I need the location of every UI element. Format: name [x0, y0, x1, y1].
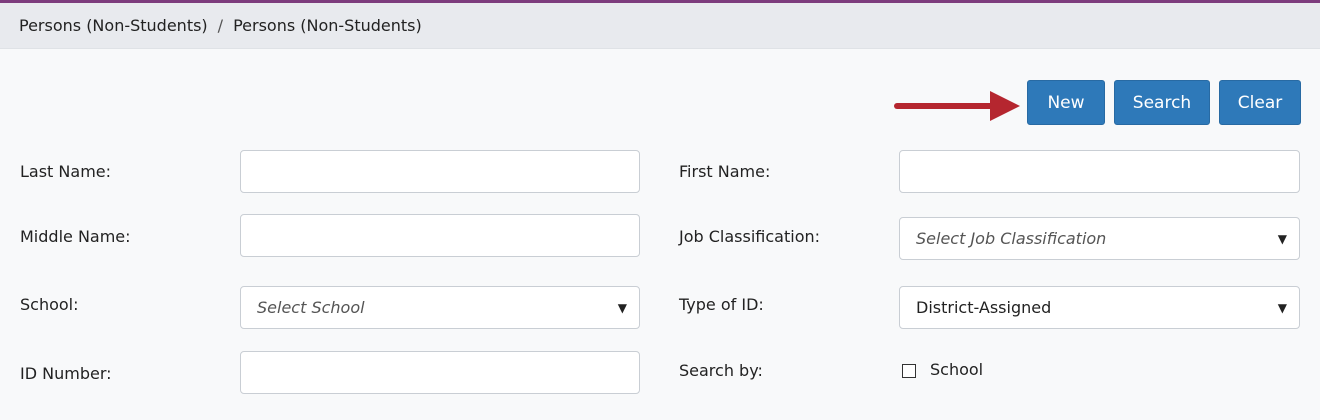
job-classification-placeholder: Select Job Classification [916, 229, 1107, 248]
middle-name-label: Middle Name: [20, 227, 131, 246]
red-arrow-icon [894, 91, 1020, 121]
last-name-label: Last Name: [20, 162, 112, 181]
breadcrumb: Persons (Non-Students) / Persons (Non-St… [0, 3, 1320, 49]
first-name-input[interactable] [899, 150, 1300, 193]
new-button[interactable]: New [1027, 80, 1105, 125]
last-name-input[interactable] [240, 150, 640, 193]
caret-down-icon: ▼ [1277, 300, 1287, 315]
search-by-label: Search by: [679, 361, 763, 380]
id-number-input[interactable] [240, 351, 640, 394]
type-of-id-value: District-Assigned [916, 298, 1052, 317]
first-name-label: First Name: [679, 162, 771, 181]
job-classification-select[interactable]: Select Job Classification ▼ [899, 217, 1300, 260]
clear-button[interactable]: Clear [1219, 80, 1301, 125]
caret-down-icon: ▼ [1277, 231, 1287, 246]
school-checkbox[interactable] [902, 364, 916, 378]
type-of-id-select[interactable]: District-Assigned ▼ [899, 286, 1300, 329]
breadcrumb-current: Persons (Non-Students) [233, 16, 422, 35]
school-label: School: [20, 295, 79, 314]
search-button[interactable]: Search [1114, 80, 1210, 125]
school-checkbox-label[interactable]: School [930, 360, 983, 379]
type-of-id-label: Type of ID: [679, 295, 764, 314]
breadcrumb-separator: / [217, 16, 224, 35]
job-classification-label: Job Classification: [679, 227, 821, 246]
school-select[interactable]: Select School ▼ [240, 286, 640, 329]
school-placeholder: Select School [257, 298, 365, 317]
caret-down-icon: ▼ [617, 300, 627, 315]
id-number-label: ID Number: [20, 364, 112, 383]
breadcrumb-parent[interactable]: Persons (Non-Students) [19, 16, 208, 35]
middle-name-input[interactable] [240, 214, 640, 257]
